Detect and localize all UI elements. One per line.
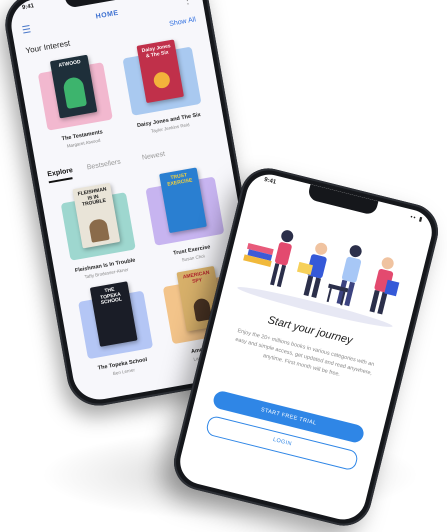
show-all-link[interactable]: Show All [169, 16, 197, 28]
book-card-topeka-school[interactable]: THE TOPEKA SCHOOL The Topeka School Ben … [69, 274, 163, 386]
tab-newest[interactable]: Newest [141, 151, 165, 162]
book-card-trust-exercise[interactable]: TRUST EXERCISE Trust Exercise Susan Choi [137, 160, 235, 273]
tab-bestsellers[interactable]: Bestsellers [86, 159, 121, 172]
more-icon[interactable]: ⋮ [182, 0, 194, 7]
book-card-testaments[interactable]: ATWOOD The Testaments Margaret Atwood [29, 47, 123, 159]
green-figure-art [62, 75, 88, 109]
status-time: 9:41 [263, 177, 277, 186]
interest-heading: Your Interest [24, 38, 71, 56]
book-cover-text: THE TOPEKA SCHOOL [99, 286, 123, 307]
status-icons: •• ▮ [409, 214, 424, 224]
book-cover-text: TRUST EXERCISE [166, 172, 193, 188]
book-cover-text: FLEISHMAN IS IN TROUBLE [77, 186, 108, 208]
book-cover-text: ATWOOD [58, 59, 82, 69]
figure-art [88, 217, 110, 243]
book-cover-text: AMERICAN SPY [182, 269, 210, 285]
active-tab-indicator [48, 177, 73, 183]
book-cover-text: Daisy Jones & The Six [141, 43, 172, 59]
book-card-daisy-jones[interactable]: Daisy Jones & The Six Daisy Jones and Th… [114, 32, 212, 145]
status-time: 9:41 [21, 3, 35, 12]
sun-art [152, 70, 172, 90]
book-card-fleishman[interactable]: FLEISHMAN IS IN TROUBLE Fleishman Is In … [52, 175, 146, 287]
